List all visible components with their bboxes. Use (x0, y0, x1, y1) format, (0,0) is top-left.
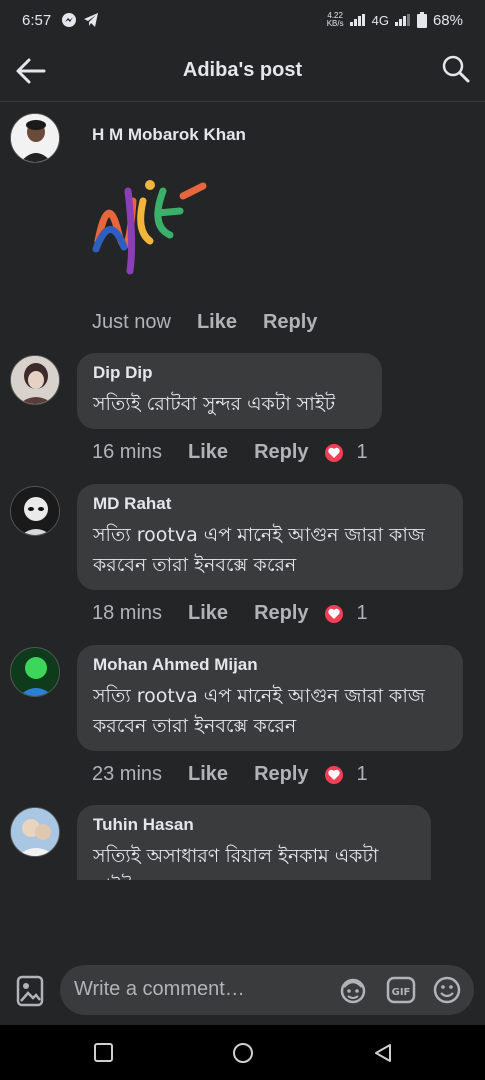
avatar[interactable] (10, 355, 60, 405)
reaction-summary[interactable]: 1 (322, 763, 368, 786)
heart-icon (322, 602, 345, 625)
comment-text: সত্যি rootva এপ মানেই আগুন জারা কাজ করবে… (93, 524, 425, 576)
page-title: Adiba's post (182, 59, 303, 81)
comment-bubble[interactable]: Dip Dip সত্যিই রোটবা সুন্দর একটা সাইট (77, 353, 382, 429)
comment-bubble[interactable]: MD Rahat সত্যি rootva এপ মানেই আগুন জারা… (77, 484, 463, 590)
reply-button[interactable]: Reply (254, 441, 308, 464)
comment-input[interactable]: Write a comment… GIF (60, 965, 474, 1015)
battery-percent: 68% (432, 11, 463, 29)
comment-text: সত্যিই অসাধারণ রিয়াল ইনকাম একটা সাইট (93, 845, 379, 880)
comment-composer: Write a comment… GIF (0, 955, 485, 1025)
avatar[interactable] (10, 647, 60, 697)
reply-button[interactable]: Reply (254, 763, 308, 786)
comment-author[interactable]: Mohan Ahmed Mijan (93, 655, 447, 675)
comment-author[interactable]: Tuhin Hasan (93, 815, 415, 835)
recent-apps-icon[interactable] (93, 1042, 115, 1064)
emoji-icon[interactable] (432, 975, 462, 1005)
header: Adiba's post (0, 40, 485, 102)
signal-icon-2 (394, 14, 410, 26)
reply-button[interactable]: Reply (263, 311, 317, 334)
gif-icon[interactable]: GIF (386, 975, 416, 1005)
network-speed: 4.22 KB/s (326, 11, 344, 28)
telegram-icon (84, 13, 99, 27)
comment-input-placeholder: Write a comment… (74, 978, 245, 1000)
heart-icon (322, 763, 345, 786)
avatar-sticker-icon[interactable] (338, 975, 368, 1005)
comment-actions: 16 mins Like Reply 1 (92, 441, 368, 464)
like-button[interactable]: Like (188, 602, 228, 625)
timestamp: 23 mins (92, 763, 163, 785)
reaction-count: 1 (356, 763, 368, 785)
comment-bubble[interactable]: Mohan Ahmed Mijan সত্যি rootva এপ মানেই … (77, 645, 463, 751)
timestamp: Just now (92, 311, 171, 333)
heart-icon (322, 441, 345, 464)
system-nav-bar (0, 1025, 485, 1080)
messenger-icon (62, 13, 77, 27)
svg-text:GIF: GIF (392, 987, 411, 998)
comment-text: সত্যিই রোটবা সুন্দর একটা সাইট (93, 393, 336, 415)
like-button[interactable]: Like (188, 763, 228, 786)
network-type: 4G (371, 12, 389, 28)
photo-icon[interactable] (16, 975, 44, 1007)
sticker (88, 171, 213, 289)
search-icon[interactable] (441, 54, 471, 84)
comment-bubble[interactable]: Tuhin Hasan সত্যিই অসাধারণ রিয়াল ইনকাম … (77, 805, 431, 880)
like-button[interactable]: Like (188, 441, 228, 464)
avatar[interactable] (10, 486, 60, 536)
signal-icon (349, 14, 365, 26)
comment-author[interactable]: Dip Dip (93, 363, 366, 383)
comment-text: সত্যি rootva এপ মানেই আগুন জারা কাজ করবে… (93, 685, 425, 737)
avatar[interactable] (10, 113, 60, 163)
comment-author[interactable]: MD Rahat (93, 494, 447, 514)
reaction-summary[interactable]: 1 (322, 441, 368, 464)
comment-list[interactable]: H M Mobarok Khan Just now Like Reply Dip… (0, 103, 485, 880)
timestamp: 18 mins (92, 602, 163, 624)
status-bar: 6:57 4.22 KB/s 4G 68% (0, 0, 485, 40)
reaction-count: 1 (356, 441, 368, 463)
timestamp: 16 mins (92, 441, 163, 463)
comment-actions: 18 mins Like Reply 1 (92, 602, 368, 625)
back-arrow-icon[interactable] (14, 54, 48, 88)
battery-icon (416, 12, 427, 28)
comment-author[interactable]: H M Mobarok Khan (92, 125, 246, 145)
home-icon[interactable] (232, 1042, 254, 1064)
status-time: 6:57 (22, 11, 52, 29)
reaction-summary[interactable]: 1 (322, 602, 368, 625)
avatar[interactable] (10, 807, 60, 857)
comment-actions: Just now Like Reply (92, 311, 317, 334)
like-button[interactable]: Like (197, 311, 237, 334)
reaction-count: 1 (356, 602, 368, 624)
back-nav-icon[interactable] (372, 1042, 394, 1064)
comment-actions: 23 mins Like Reply 1 (92, 763, 368, 786)
reply-button[interactable]: Reply (254, 602, 308, 625)
